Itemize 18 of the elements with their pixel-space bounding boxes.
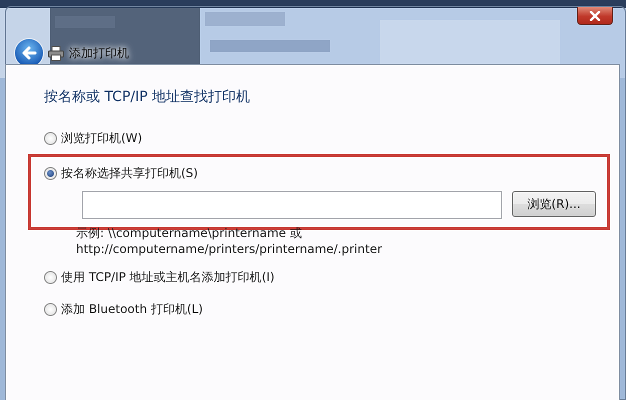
printer-icon [48,46,64,60]
radio-label[interactable]: 按名称选择共享打印机(S) [61,164,198,182]
back-arrow-icon [21,46,37,60]
browse-button[interactable]: 浏览(R)... [512,191,596,217]
example-text: http://computername/printers/printername/.printer [76,241,384,258]
page-heading: 按名称或 TCP/IP 地址查找打印机 [44,88,252,107]
window-title: 添加打印机 [69,45,129,62]
radio-button[interactable] [44,132,57,144]
radio-label[interactable]: 添加 Bluetooth 打印机(L) [61,300,203,318]
radio-button[interactable] [44,302,57,316]
radio-label[interactable]: 浏览打印机(W) [61,129,142,147]
radio-button[interactable] [44,270,57,284]
close-icon [589,10,601,20]
close-button[interactable] [577,7,613,25]
printer-name-field[interactable] [82,191,502,219]
radio-button[interactable] [44,166,57,180]
radio-label[interactable]: 使用 TCP/IP 地址或主机名添加打印机(I) [61,268,275,286]
example-text: 示例: \\computername\printername 或 [76,225,303,242]
